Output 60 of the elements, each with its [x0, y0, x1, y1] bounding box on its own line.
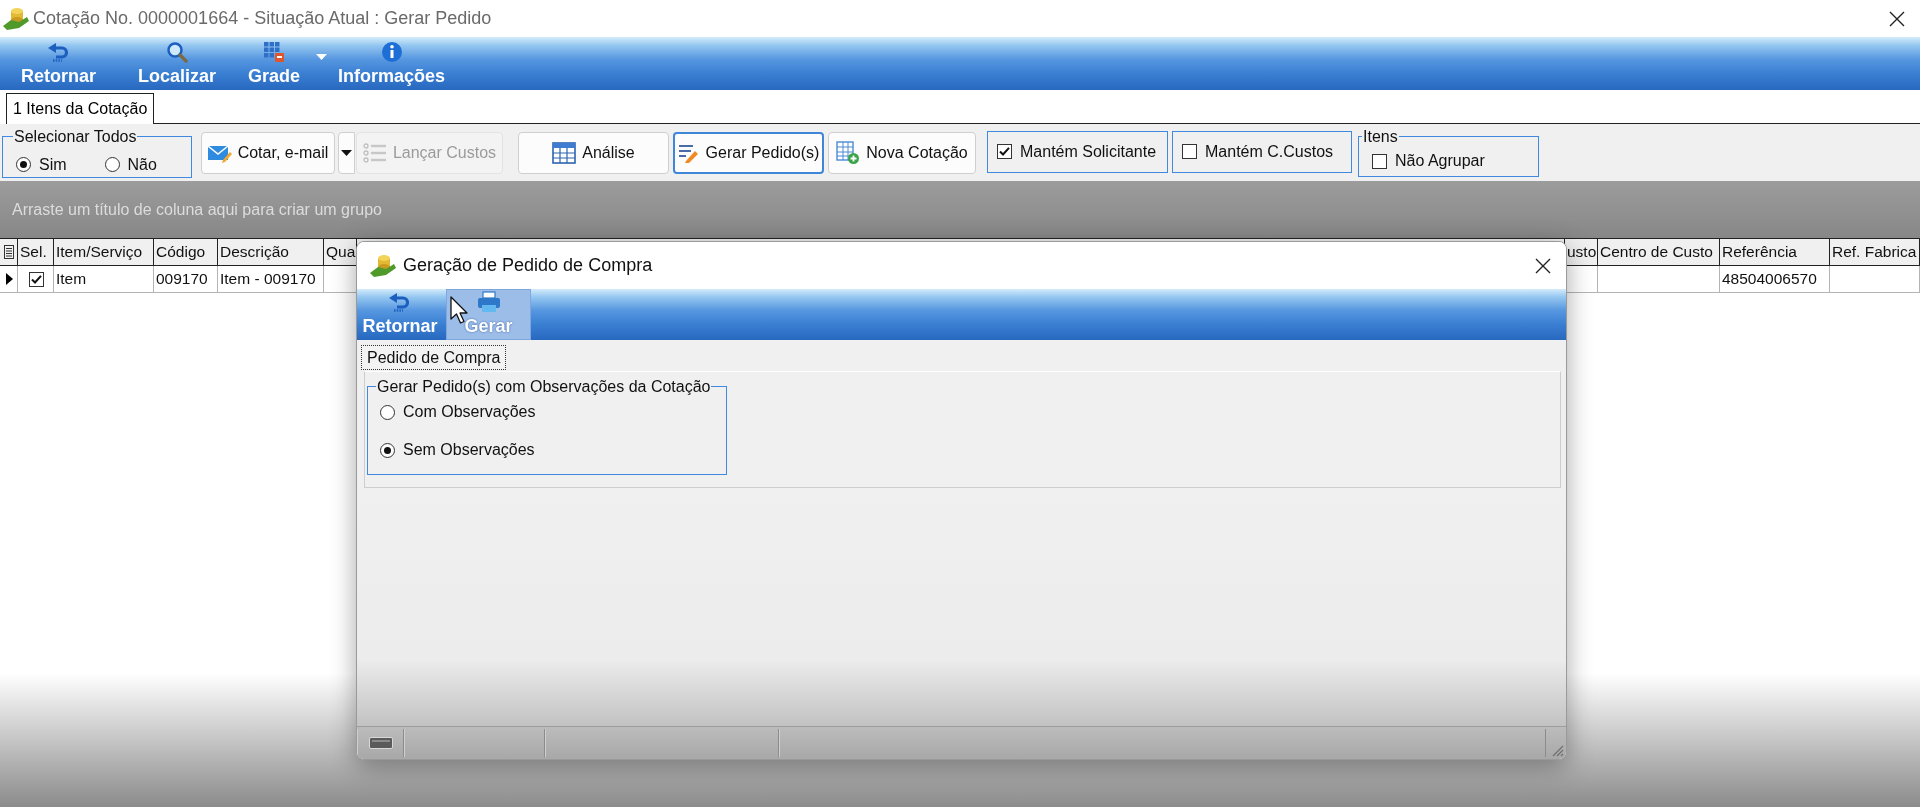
grid-plus-icon: [836, 140, 861, 165]
window-title: Cotação No. 0000001664 - Situação Atual : Gerar Pedido: [33, 8, 492, 29]
tab[interactable]: 1 Itens da Cotação: [6, 93, 155, 124]
column-header[interactable]: Item/Serviço: [54, 239, 154, 265]
radio-option[interactable]: Sim: [16, 155, 67, 174]
caret-icon: [316, 53, 328, 60]
printer-icon: [476, 291, 501, 313]
checkbox-option[interactable]: Mantém Solicitante: [997, 142, 1157, 161]
dialog-title: Geração de Pedido de Compra: [403, 255, 653, 276]
toolbar-button[interactable]: Grade: [243, 37, 306, 90]
status-indicator-icon: [368, 737, 393, 749]
resize-grip-icon[interactable]: [1550, 743, 1564, 757]
checkbox-icon[interactable]: [1372, 153, 1387, 169]
checkbox-icon[interactable]: [997, 144, 1012, 159]
column-header[interactable]: Descrição: [218, 239, 324, 265]
app-logo-icon: [3, 6, 29, 31]
action-button[interactable]: Gerar Pedido(s): [673, 131, 824, 174]
radio-option[interactable]: Com Observações: [380, 403, 536, 421]
checkbox-icon[interactable]: [1182, 144, 1197, 159]
table-cell: Item: [54, 266, 154, 292]
column-header[interactable]: Ref. Fabrica: [1830, 239, 1920, 265]
table-icon: [552, 141, 577, 164]
column-chooser-icon: [3, 245, 14, 259]
table-cell: Item - 009170: [218, 266, 324, 292]
radio-option[interactable]: Não: [104, 155, 157, 174]
group-title: Selecionar Todos: [13, 127, 138, 145]
column-header[interactable]: Código: [154, 239, 218, 265]
table-cell: 009170: [154, 266, 218, 292]
radio-option[interactable]: Sem Observações: [380, 441, 535, 459]
action-button[interactable]: Nova Cotação: [828, 131, 976, 174]
tab[interactable]: Pedido de Compra: [361, 345, 507, 370]
action-button[interactable]: Cotar, e-mail: [201, 131, 335, 174]
toolbar-button[interactable]: Informações: [333, 37, 451, 90]
edit-list-icon: [677, 142, 700, 163]
checkbox-option[interactable]: Mantém C.Custos: [1182, 142, 1334, 161]
toolbar-button[interactable]: Localizar: [133, 37, 222, 90]
column-header[interactable]: Referência: [1720, 239, 1830, 265]
app-logo-icon: [370, 253, 396, 278]
column-header[interactable]: Sel.: [18, 239, 54, 265]
toolbar-button[interactable]: Retornar: [357, 289, 443, 340]
search-icon: [166, 41, 189, 63]
close-icon: [1889, 10, 1905, 27]
grid-icon: [263, 41, 286, 63]
checkbox-icon[interactable]: [29, 271, 44, 287]
undo-arrow-icon: [46, 43, 71, 63]
group-title: Gerar Pedido(s) com Observações da Cotação: [376, 378, 712, 395]
action-button[interactable]: Análise: [518, 131, 669, 174]
close-icon: [1535, 257, 1551, 274]
info-icon: [380, 41, 403, 63]
column-header[interactable]: usto: [1565, 239, 1598, 265]
list-icon: [362, 142, 387, 163]
group-by-hint: Arraste um título de coluna aqui para criar um grupo: [12, 200, 382, 219]
caret-icon: [341, 149, 352, 156]
toolbar-button[interactable]: Retornar: [16, 37, 101, 90]
dropdown-button[interactable]: [338, 131, 355, 174]
column-header[interactable]: Centro de Custo: [1598, 239, 1720, 265]
group-title: Itens: [1362, 128, 1399, 145]
undo-arrow-icon: [388, 293, 412, 313]
checkbox-option[interactable]: Não Agrupar: [1372, 152, 1485, 170]
table-cell: 48504006570: [1720, 266, 1830, 292]
